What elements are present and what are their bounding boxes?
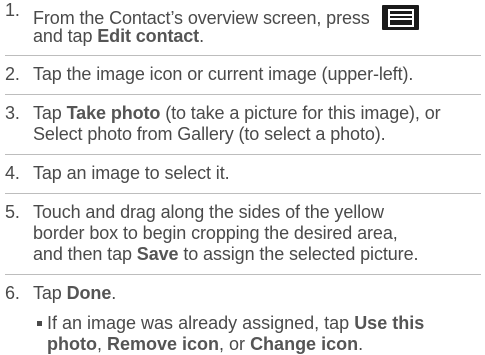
bold-term: Use this: [354, 313, 425, 333]
step-5: 5. Touch and drag along the sides of the…: [0, 194, 485, 265]
step-number: 5.: [5, 202, 20, 222]
step-text-line: border box to begin cropping the desired…: [33, 223, 398, 243]
sub-bullet-line: If an image was already assigned, tap Us…: [47, 313, 425, 333]
step-number: 3.: [5, 103, 20, 123]
bold-term: Edit contact: [97, 26, 200, 46]
step-text-line: and then tap Save to assign the selected…: [33, 244, 419, 264]
bold-term: Done: [66, 283, 112, 303]
step-number: 4.: [5, 163, 20, 183]
bold-term: Save: [136, 244, 179, 264]
step-text-line: Touch and drag along the sides of the ye…: [33, 202, 384, 222]
step-6: 6. Tap Done.: [0, 275, 485, 304]
sub-bullet-line: photo, Remove icon, or Change icon.: [47, 334, 364, 354]
step-number: 6.: [5, 283, 20, 303]
menu-key-bar: [389, 18, 412, 20]
bold-term: Remove icon: [107, 334, 220, 354]
step-text-line: Tap Done.: [33, 283, 117, 303]
bold-term: photo: [47, 334, 97, 354]
step-4: 4. Tap an image to select it.: [0, 155, 485, 184]
step-number: 2.: [5, 64, 20, 84]
bold-term: Change icon: [250, 334, 359, 354]
step-text-line: From the Contact’s overview screen, pres…: [33, 0, 485, 30]
bullet-icon: [37, 321, 42, 326]
step-text-line: Tap an image to select it.: [33, 163, 230, 183]
bold-term: Take photo: [66, 103, 161, 123]
instruction-steps: 1. From the Contact’s overview screen, p…: [0, 0, 485, 355]
step-text-line: Tap Take photo (to take a picture for th…: [33, 103, 441, 123]
menu-key-bar: [389, 14, 412, 16]
step-text-line: Tap the image icon or current image (upp…: [33, 64, 414, 84]
step-3: 3. Tap Take photo (to take a picture for…: [0, 95, 485, 145]
step-1: 1. From the Contact’s overview screen, p…: [0, 0, 485, 47]
sub-bullet: If an image was already assigned, tap Us…: [0, 313, 485, 355]
step-text-line: Select photo from Gallery (to select a p…: [33, 124, 386, 144]
step-number: 1.: [5, 0, 20, 20]
menu-key-icon: [381, 5, 419, 30]
step-2: 2. Tap the image icon or current image (…: [0, 56, 485, 85]
